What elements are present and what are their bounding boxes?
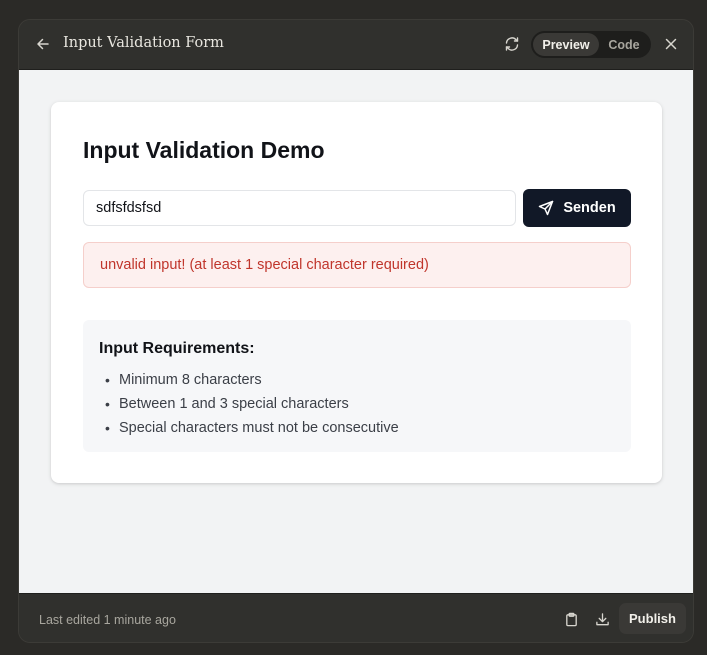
view-toggle: Preview Code bbox=[531, 31, 651, 58]
error-message: unvalid input! (at least 1 special chara… bbox=[100, 257, 429, 273]
copy-button[interactable] bbox=[560, 608, 582, 630]
requirements-title: Input Requirements: bbox=[99, 340, 255, 357]
card-heading: Input Validation Demo bbox=[83, 137, 325, 163]
close-button[interactable] bbox=[660, 33, 682, 55]
bullet-icon: • bbox=[105, 420, 110, 436]
clipboard-icon bbox=[565, 612, 577, 626]
download-button[interactable] bbox=[591, 608, 613, 630]
preview-area: Input Validation Demo Senden unvalid inp… bbox=[19, 69, 693, 593]
validation-card: Input Validation Demo Senden unvalid inp… bbox=[51, 102, 662, 483]
error-alert: unvalid input! (at least 1 special chara… bbox=[83, 242, 631, 288]
list-item: • Between 1 and 3 special characters bbox=[105, 396, 349, 412]
title-bar: Input Validation Form Preview Code bbox=[19, 20, 693, 69]
download-icon bbox=[595, 612, 609, 625]
refresh-icon bbox=[505, 37, 519, 51]
requirements-panel: Input Requirements: • Minimum 8 character… bbox=[83, 320, 631, 452]
publish-button[interactable]: Publish bbox=[619, 603, 686, 634]
bullet-icon: • bbox=[105, 372, 110, 388]
back-button[interactable] bbox=[32, 33, 54, 55]
text-input[interactable] bbox=[83, 190, 516, 226]
close-icon bbox=[665, 38, 677, 50]
requirements-list: • Minimum 8 characters • Between 1 and 3 s… bbox=[105, 368, 399, 440]
list-item: • Minimum 8 characters bbox=[105, 372, 262, 388]
send-button[interactable]: Senden bbox=[523, 189, 631, 227]
list-item: • Special characters must not be consecut… bbox=[105, 420, 399, 436]
send-icon bbox=[539, 200, 554, 216]
send-label: Senden bbox=[563, 200, 616, 216]
window-title: Input Validation Form bbox=[63, 35, 224, 51]
preview-tab[interactable]: Preview bbox=[533, 33, 599, 56]
code-tab[interactable]: Code bbox=[599, 33, 649, 56]
refresh-button[interactable] bbox=[501, 33, 523, 55]
bullet-icon: • bbox=[105, 396, 110, 412]
arrow-left-icon bbox=[37, 38, 49, 50]
last-edited-text: Last edited 1 minute ago bbox=[39, 613, 176, 627]
footer-bar: Last edited 1 minute ago Publish bbox=[19, 593, 693, 642]
artifact-window: Input Validation Form Preview Code Input… bbox=[18, 19, 694, 643]
